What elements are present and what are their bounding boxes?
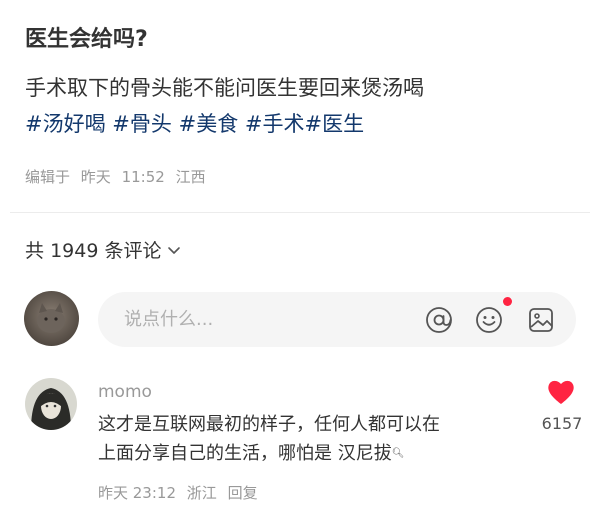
emoji-icon[interactable] <box>474 305 504 335</box>
post-location: 江西 <box>175 168 206 186</box>
post-body-text: 手术取下的骨头能不能问医生要回来煲汤喝 <box>25 76 424 100</box>
notification-dot <box>503 297 512 306</box>
comment-search-link[interactable]: 汉尼拔🔍︎ <box>338 443 405 464</box>
comment-location: 浙江 <box>186 484 217 502</box>
post-title: 医生会给吗? <box>25 27 148 52</box>
search-icon: 🔍︎ <box>391 448 405 459</box>
image-icon[interactable] <box>526 305 556 335</box>
comment-time: 昨天 23:12 <box>98 484 176 502</box>
commenter-username[interactable]: momo <box>98 380 152 404</box>
reply-button[interactable]: 回复 <box>228 484 258 502</box>
comment-input[interactable]: 说点什么... <box>98 292 576 347</box>
hashtag-yi-sheng[interactable]: #医生 <box>305 112 365 136</box>
comment-meta: 昨天 23:12 浙江 回复 <box>98 482 258 504</box>
comment-text-line1: 这才是互联网最初的样子，任何人都可以在 <box>98 414 440 435</box>
comment-text-line2: 上面分享自己的生活，哪怕是 汉尼拔🔍︎ <box>98 439 518 468</box>
hashtag-shou-shu[interactable]: #手术 <box>245 112 305 136</box>
comment-count-suffix: 条评论 <box>104 240 162 262</box>
comment-input-placeholder: 说点什么... <box>124 309 214 330</box>
edited-label: 编辑于 <box>25 168 71 186</box>
chevron-down-icon <box>167 246 181 256</box>
comment-count-toggle[interactable]: 共 1949 条评论 <box>25 237 181 265</box>
hashtag-mei-shi[interactable]: #美食 <box>179 112 239 136</box>
at-icon[interactable] <box>424 305 454 335</box>
comment-text: 这才是互联网最初的样子，任何人都可以在 上面分享自己的生活，哪怕是 汉尼拔🔍︎ <box>98 410 518 468</box>
comment-count-prefix: 共 <box>25 240 45 262</box>
comment-text-line2-prefix: 上面分享自己的生活，哪怕是 <box>98 443 332 464</box>
hashtag-gu-tou[interactable]: #骨头 <box>112 112 172 136</box>
post-meta: 编辑于 昨天 11:52 江西 <box>25 165 206 189</box>
post-body: 手术取下的骨头能不能问医生要回来煲汤喝 #汤好喝 #骨头 #美食 #手术#医生 <box>25 70 585 142</box>
edited-time: 11:52 <box>121 168 165 186</box>
divider <box>10 212 590 213</box>
commenter-avatar[interactable] <box>25 378 77 430</box>
like-count: 6157 <box>541 414 583 433</box>
heart-icon[interactable] <box>546 378 576 406</box>
hashtag-list: #汤好喝 #骨头 #美食 #手术#医生 <box>25 106 585 142</box>
search-link-text: 汉尼拔 <box>337 443 392 464</box>
comment-count-number: 1949 <box>50 240 99 262</box>
edited-day: 昨天 <box>80 168 111 186</box>
hashtag-tang-hao-he[interactable]: #汤好喝 <box>25 112 106 136</box>
current-user-avatar[interactable] <box>24 291 79 346</box>
